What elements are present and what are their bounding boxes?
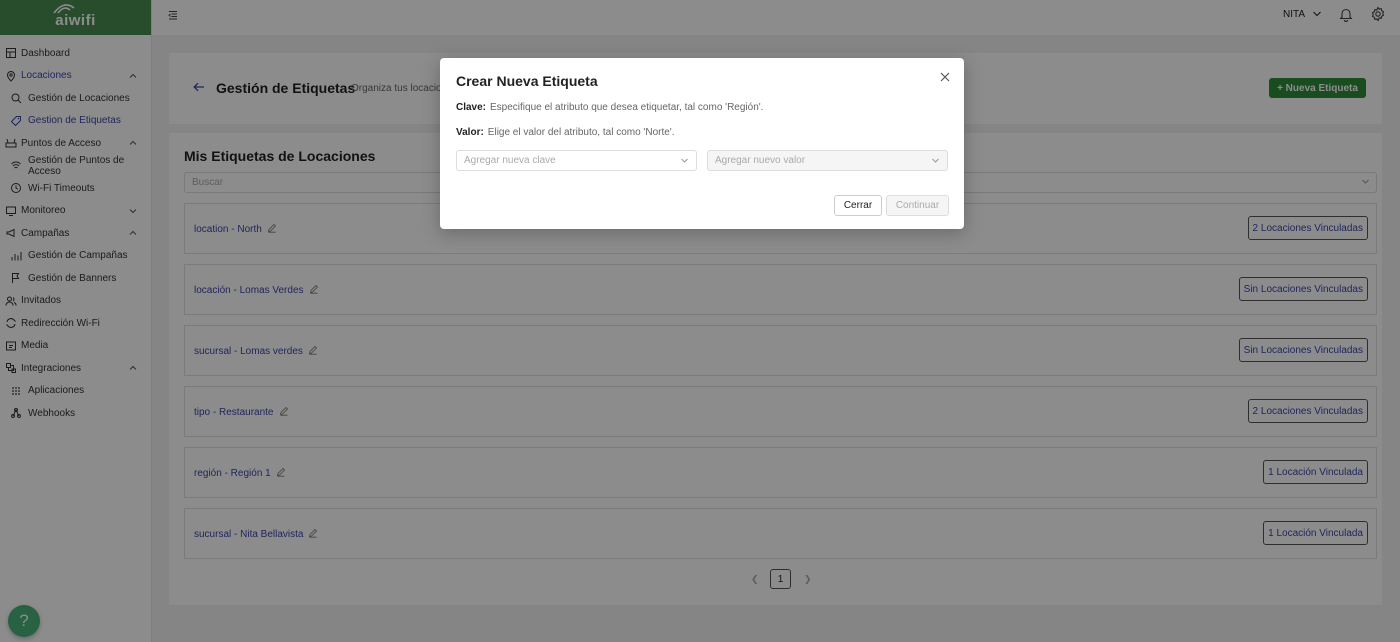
value-select-placeholder: Agregar nuevo valor — [715, 155, 806, 166]
continue-button[interactable]: Continuar — [886, 195, 949, 216]
key-select-placeholder: Agregar nueva clave — [464, 155, 556, 166]
clave-text: Especifique el atributo que desea etique… — [490, 102, 764, 113]
valor-text: Elige el valor del atributo, tal como 'N… — [487, 127, 675, 138]
clave-help: Clave: Especifique el atributo que desea … — [456, 102, 763, 113]
key-select[interactable]: Agregar nueva clave — [456, 150, 697, 171]
valor-label: Valor: — [456, 127, 484, 138]
close-button[interactable]: Cerrar — [834, 195, 882, 216]
modal-title: Crear Nueva Etiqueta — [456, 73, 598, 89]
chevron-down-icon — [681, 158, 688, 163]
close-icon[interactable] — [940, 72, 950, 82]
valor-help: Valor: Elige el valor del atributo, tal c… — [456, 127, 674, 138]
create-tag-modal: Crear Nueva Etiqueta Clave: Especifique e… — [440, 58, 964, 229]
value-select[interactable]: Agregar nuevo valor — [707, 150, 948, 171]
clave-label: Clave: — [456, 102, 487, 113]
chevron-down-icon — [932, 158, 939, 163]
